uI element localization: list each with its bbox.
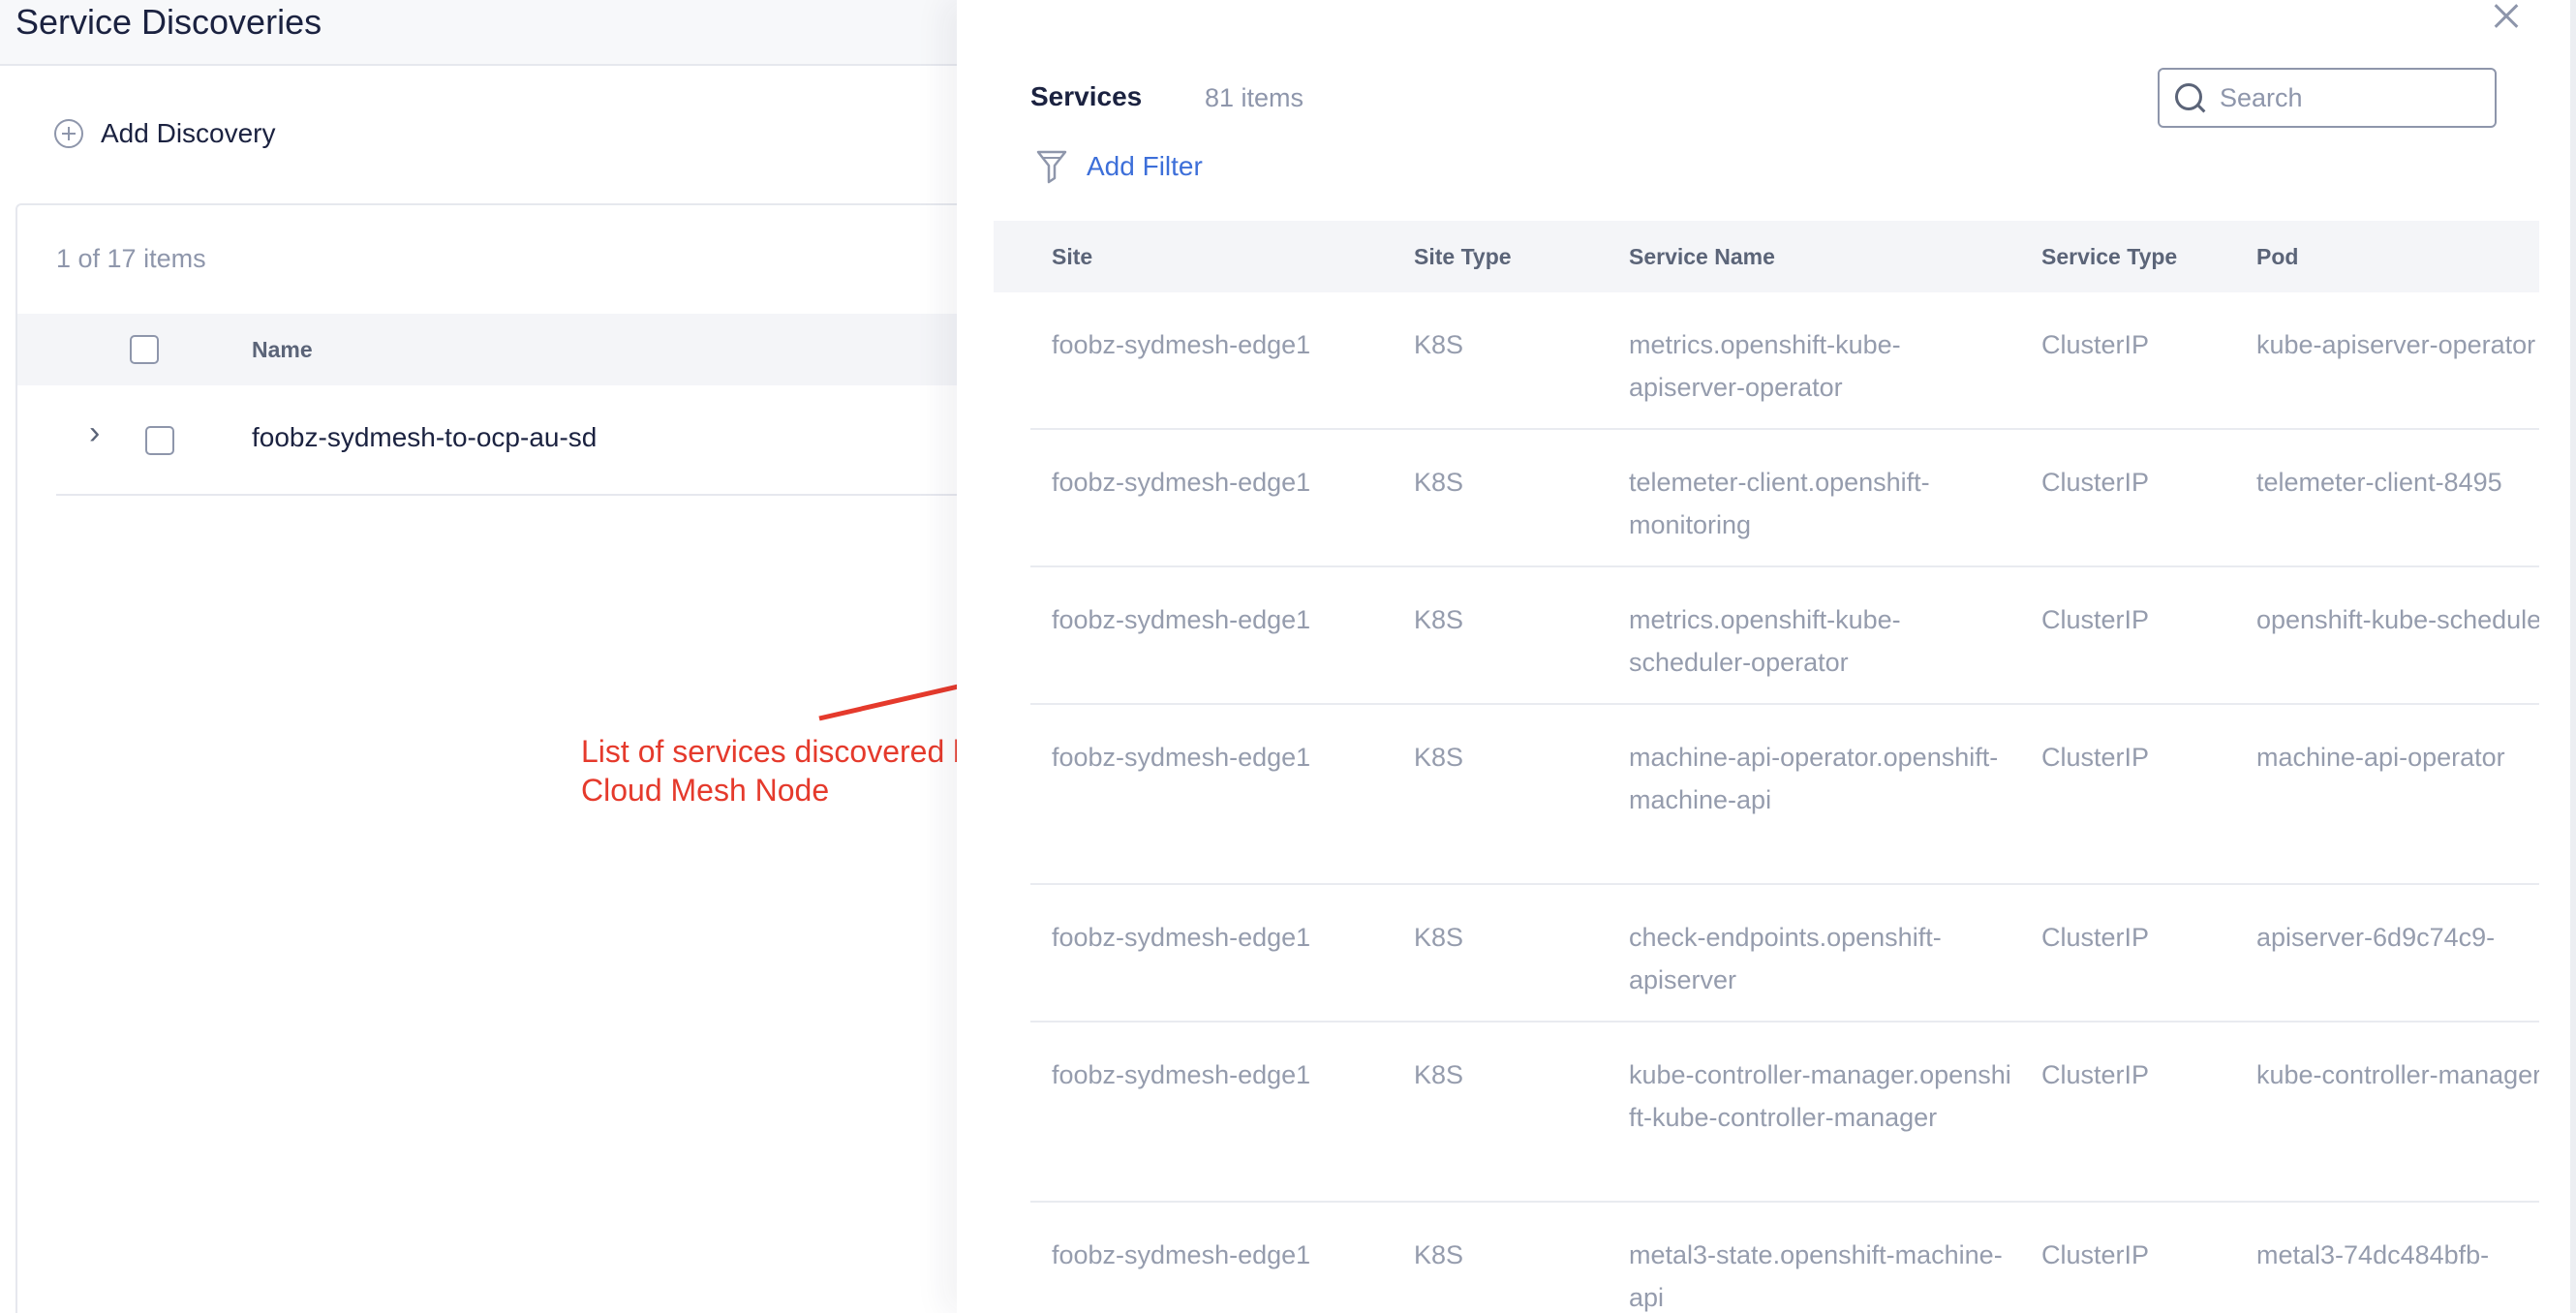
column-header-site[interactable]: Site	[1052, 244, 1092, 270]
cell-site: foobz-sydmesh-edge1	[1052, 743, 1311, 772]
cell-site: foobz-sydmesh-edge1	[1052, 605, 1311, 634]
page-title: Service Discoveries	[15, 2, 322, 42]
service-row[interactable]: foobz-sydmesh-edge1 K8S machine-api-oper…	[994, 705, 2539, 885]
cell-pod: apiserver-6d9c74c9-	[2256, 923, 2496, 952]
row-checkbox[interactable]	[145, 426, 174, 455]
service-discoveries-page: Service Discoveries Add Discovery 1 of 1…	[0, 0, 986, 1313]
column-header-service-type[interactable]: Service Type	[2041, 244, 2177, 270]
service-row[interactable]: foobz-sydmesh-edge1 K8S check-endpoints.…	[994, 885, 2539, 1023]
plus-circle-icon	[54, 119, 83, 148]
cell-pod: machine-api-operator	[2256, 743, 2505, 772]
cell-service-type: ClusterIP	[2041, 468, 2150, 497]
cell-service-type: ClusterIP	[2041, 1240, 2150, 1269]
cell-pod: openshift-kube-scheduler	[2256, 605, 2539, 634]
cell-site-type: K8S	[1414, 743, 1464, 772]
cell-service-name: check-endpoints.openshift-apiserver	[1629, 923, 1942, 994]
cell-service-name: telemeter-client.openshift-monitoring	[1629, 468, 1930, 539]
cell-service-name: kube-controller-manager.openshift-kube-c…	[1629, 1060, 2011, 1132]
page-header: Service Discoveries	[0, 0, 959, 66]
cell-site: foobz-sydmesh-edge1	[1052, 468, 1311, 497]
service-row[interactable]: foobz-sydmesh-edge1 K8S metrics.openshif…	[994, 567, 2539, 705]
cell-pod: telemeter-client-8495	[2256, 468, 2502, 497]
search-icon	[2175, 83, 2206, 114]
services-table-header: Site Site Type Service Name Service Type…	[994, 221, 2539, 292]
drawer-scrollbar[interactable]	[2570, 0, 2576, 1313]
cell-site-type: K8S	[1414, 605, 1464, 634]
service-row[interactable]: foobz-sydmesh-edge1 K8S telemeter-client…	[994, 430, 2539, 567]
cell-pod: kube-apiserver-operator	[2256, 330, 2536, 359]
service-row[interactable]: foobz-sydmesh-edge1 K8S kube-controller-…	[994, 1023, 2539, 1203]
cell-service-type: ClusterIP	[2041, 923, 2150, 952]
cell-pod: metal3-74dc484bfb-	[2256, 1240, 2490, 1269]
filter-funnel-icon	[1036, 150, 1067, 184]
cell-site: foobz-sydmesh-edge1	[1052, 1240, 1311, 1269]
cell-site: foobz-sydmesh-edge1	[1052, 923, 1311, 952]
cell-service-type: ClusterIP	[2041, 1060, 2150, 1089]
cell-site-type: K8S	[1414, 330, 1464, 359]
annotation-text: List of services discovered by Cloud Mes…	[581, 734, 986, 808]
select-all-checkbox[interactable]	[130, 335, 159, 364]
add-discovery-button[interactable]: Add Discovery	[54, 114, 276, 153]
table-header: Name	[17, 314, 976, 385]
search-box[interactable]	[2158, 68, 2497, 128]
column-header-name: Name	[252, 337, 313, 362]
close-icon[interactable]	[2489, 0, 2522, 33]
item-count: 1 of 17 items	[56, 244, 206, 273]
discovery-name[interactable]: foobz-sydmesh-to-ocp-au-sd	[252, 422, 597, 453]
column-header-site-type[interactable]: Site Type	[1414, 244, 1512, 270]
chevron-right-icon[interactable]: ›	[89, 414, 100, 452]
cell-service-type: ClusterIP	[2041, 605, 2150, 634]
cell-service-type: ClusterIP	[2041, 330, 2150, 359]
cell-service-type: ClusterIP	[2041, 743, 2150, 772]
column-header-service-name[interactable]: Service Name	[1629, 244, 1775, 270]
cell-site-type: K8S	[1414, 923, 1464, 952]
cell-service-name: metal3-state.openshift-machine-api	[1629, 1240, 2003, 1312]
cell-site-type: K8S	[1414, 1240, 1464, 1269]
cell-service-name: metrics.openshift-kube-scheduler-operato…	[1629, 605, 1901, 677]
cell-service-name: machine-api-operator.openshift-machine-a…	[1629, 743, 1999, 814]
services-count: 81 items	[1205, 83, 1304, 112]
services-drawer: Services 81 items Add Filter Site Site T…	[957, 0, 2576, 1313]
add-discovery-label: Add Discovery	[101, 118, 276, 148]
service-row[interactable]: foobz-sydmesh-edge1 K8S metal3-state.ope…	[994, 1203, 2539, 1313]
cell-site-type: K8S	[1414, 1060, 1464, 1089]
table-row[interactable]: › foobz-sydmesh-to-ocp-au-sd	[56, 385, 976, 496]
cell-site-type: K8S	[1414, 468, 1464, 497]
cell-site: foobz-sydmesh-edge1	[1052, 330, 1311, 359]
column-header-pod[interactable]: Pod	[2256, 244, 2298, 270]
service-row[interactable]: foobz-sydmesh-edge1 K8S metrics.openshif…	[994, 292, 2539, 430]
search-input[interactable]	[2220, 70, 2491, 126]
cell-service-name: metrics.openshift-kube-apiserver-operato…	[1629, 330, 1901, 402]
cell-site: foobz-sydmesh-edge1	[1052, 1060, 1311, 1089]
add-filter-label: Add Filter	[1087, 151, 1203, 181]
drawer-title: Services	[1030, 81, 1143, 111]
cell-pod: kube-controller-manager	[2256, 1060, 2539, 1089]
add-filter-button[interactable]: Add Filter	[1036, 147, 1203, 186]
